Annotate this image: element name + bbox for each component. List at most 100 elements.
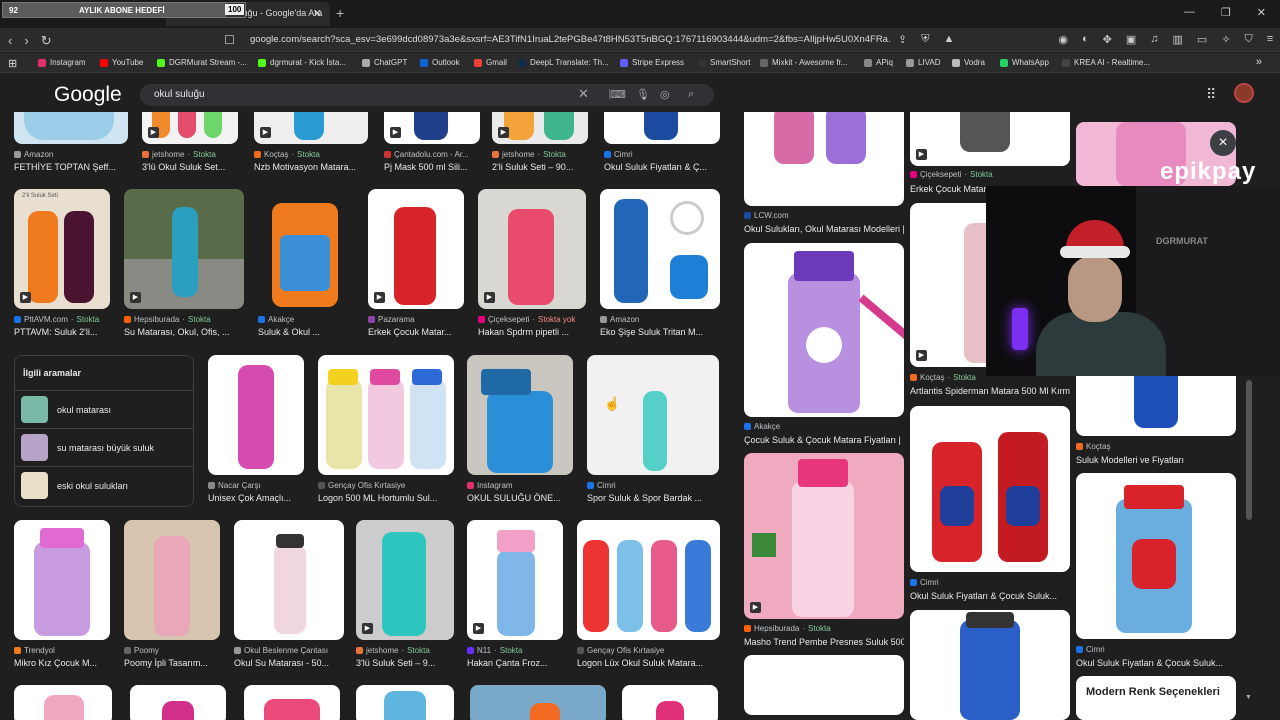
apps-grid-icon[interactable]: ⊞ xyxy=(8,57,17,70)
bookmark-apiq[interactable]: APiq xyxy=(864,58,893,67)
bookmark-kick[interactable]: dgrmurat - Kick İsta... xyxy=(258,58,346,67)
close-window-icon[interactable]: ✕ xyxy=(1257,6,1266,19)
panel-result-card[interactable]: Cimri Okul Suluk Fiyatları & Çocuk Suluk… xyxy=(1076,473,1236,669)
close-tab-icon[interactable]: ✕ xyxy=(313,7,322,20)
result-card[interactable]: Nacar Çarşı Unisex Çok Amaçlı... xyxy=(208,355,304,505)
minimize-icon[interactable]: — xyxy=(1184,6,1195,19)
result-card[interactable]: ▶ Çantadolu.com - Ar... Pj Mask 500 ml S… xyxy=(384,112,480,174)
result-card[interactable]: Cimri Okul Suluk Fiyatları & Ç... xyxy=(604,112,720,174)
result-card[interactable]: Trendyol Mikro Kız Çocuk M... xyxy=(14,520,110,670)
result-card[interactable]: ▶ jetshome · Stokta 2'li Suluk Seti – 90… xyxy=(492,112,588,174)
result-card[interactable]: ▶ jetshome · Stokta 3'lü Okul Suluk Set.… xyxy=(142,112,238,174)
panel-result-card[interactable]: Modern Renk Seçenekleri xyxy=(1076,676,1236,720)
vpn-icon[interactable]: ⛉ xyxy=(1245,33,1253,46)
bookmark-outlook[interactable]: Outlook xyxy=(420,58,460,67)
mouse-cursor-icon: ☝ xyxy=(604,396,621,411)
image-results: Amazon FETHİYE TOPTAN Şeff... ▶ jetshome… xyxy=(0,112,730,720)
result-card[interactable] xyxy=(622,685,718,720)
avatar[interactable] xyxy=(1234,83,1254,103)
back-icon[interactable]: ‹ xyxy=(8,33,12,49)
puzzle-icon[interactable]: ✥ xyxy=(1103,33,1112,46)
result-card[interactable]: Amazon FETHİYE TOPTAN Şeff... xyxy=(14,112,128,174)
wallet-icon[interactable]: ▭ xyxy=(1197,33,1207,46)
related-item[interactable]: okul matarası xyxy=(15,390,193,428)
bookmark-dgrmurat-stream[interactable]: DGRMurat Stream -... xyxy=(157,58,247,67)
bookmark-youtube[interactable]: YouTube xyxy=(100,58,143,67)
result-card[interactable] xyxy=(356,685,454,720)
result-card[interactable]: Akakçe Suluk & Okul ... xyxy=(258,189,354,339)
bookmark-gmail[interactable]: Gmail xyxy=(474,58,507,67)
related-item[interactable]: eski okul sulukları xyxy=(15,466,193,504)
result-card[interactable] xyxy=(244,685,340,720)
media-icon[interactable]: ♫ xyxy=(1150,33,1158,46)
bookmark-smartshort[interactable]: SmartShort xyxy=(698,58,750,67)
related-item[interactable]: su matarası büyük suluk xyxy=(15,428,193,466)
result-card[interactable]: ▶ Hepsiburada · Stokta Su Matarası, Okul… xyxy=(124,189,244,339)
clear-search-icon[interactable]: ✕ xyxy=(578,86,589,102)
result-card[interactable]: Instagram OKUL SULUĞU ÖNE... xyxy=(467,355,573,505)
result-card[interactable]: ▶ Pazarama Erkek Çocuk Matar... xyxy=(368,189,464,339)
result-card[interactable]: Poomy Poomy İpli Tasarım... xyxy=(124,520,220,670)
panel-result-card[interactable]: LCW.com Okul Sulukları, Okul Matarası Mo… xyxy=(744,112,904,236)
camera-icon[interactable]: ▣ xyxy=(1126,33,1136,46)
panel-result-card[interactable]: ▶ Çiçeksepeti · Stokta Erkek Çocuk Matar… xyxy=(910,112,1070,196)
bookmark-vodra[interactable]: Vodra xyxy=(952,58,985,67)
bookmark-krea[interactable]: KREA AI - Realtime... xyxy=(1062,58,1150,67)
search-box[interactable]: okul suluğu ✕ | ⌨ 🎙 ◎ ⌕ xyxy=(140,84,714,106)
microphone-icon[interactable]: 🎙 xyxy=(636,88,650,101)
panel-result-card[interactable]: Cimri Okul Suluk Fiyatları & Çocuk Suluk… xyxy=(910,406,1070,606)
google-logo[interactable]: Google xyxy=(54,83,122,107)
goal-current: 92 xyxy=(9,6,18,15)
alert-icon[interactable]: ▲ xyxy=(943,33,954,46)
panel-result-card[interactable] xyxy=(910,610,1070,720)
panel-result-card[interactable]: Akakçe Çocuk Suluk & Çocuk Matara Fiyatl… xyxy=(744,243,904,449)
lens-icon[interactable]: ◎ xyxy=(660,88,670,101)
panel-result-card[interactable] xyxy=(744,655,904,715)
bookmark-chatgpt[interactable]: ChatGPT xyxy=(362,58,407,67)
restore-icon[interactable]: ❐ xyxy=(1221,6,1231,19)
goal-title: AYLIK ABONE HEDEFİ xyxy=(79,6,165,15)
bookmark-whatsapp[interactable]: WhatsApp xyxy=(1000,58,1049,67)
result-card[interactable] xyxy=(130,685,226,720)
result-card[interactable]: ▶ Çiçeksepeti · Stokta yok Hakan Spdrm p… xyxy=(478,189,586,339)
bookmark-livad[interactable]: LIVAD xyxy=(906,58,941,67)
extension-icon-1[interactable]: ◉ xyxy=(1058,33,1068,46)
sidebar-icon[interactable]: ▥ xyxy=(1173,33,1183,46)
result-card[interactable] xyxy=(14,685,112,720)
result-card[interactable]: Gençay Ofis Kırtasiye Logon Lüx Okul Sul… xyxy=(577,520,720,670)
url-field[interactable]: google.com/search?sca_esv=3e699dcd08973a… xyxy=(250,34,890,45)
result-card[interactable]: ▶ jetshome · Stokta 3'lü Suluk Seti – 9.… xyxy=(356,520,454,670)
forward-icon[interactable]: › xyxy=(24,33,28,49)
extension-icon-2[interactable]: ◐ xyxy=(1082,33,1089,46)
shield-icon[interactable]: ⛨ xyxy=(921,33,929,46)
keyboard-icon[interactable]: ⌨ xyxy=(610,88,626,101)
panel-result-card[interactable]: ▶ Hepsiburada · Stokta Masho Trend Pembe… xyxy=(744,453,904,651)
search-input[interactable]: okul suluğu xyxy=(154,89,205,100)
bookmark-icon[interactable]: ☐ xyxy=(224,33,235,47)
search-icon[interactable]: ⌕ xyxy=(688,88,694,101)
share-icon[interactable]: ⇪ xyxy=(898,33,907,46)
scrollbar-thumb[interactable] xyxy=(1246,380,1252,520)
bookmark-stripe[interactable]: Stripe Express xyxy=(620,58,684,67)
close-panel-button[interactable]: × xyxy=(1210,130,1236,156)
ai-icon[interactable]: ✧ xyxy=(1221,33,1230,46)
bookmark-mixkit[interactable]: Mixkit - Awesome fr... xyxy=(760,58,847,67)
bookmark-deepl[interactable]: DeepL Translate: Th... xyxy=(518,58,609,67)
bookmark-instagram[interactable]: Instagram xyxy=(38,58,86,67)
result-card[interactable]: 2'li Suluk Seti ▶ PttAVM.com · Stokta PTT… xyxy=(14,189,110,339)
result-card[interactable]: Amazon Eko Şişe Suluk Tritan M... xyxy=(600,189,720,339)
result-card[interactable]: Cimri Spor Suluk & Spor Bardak ... xyxy=(587,355,719,505)
panel-result-card[interactable]: Koçtaş Suluk Modelleri ve Fiyatları xyxy=(1076,370,1236,466)
result-card[interactable]: Gençay Ofis Kırtasiye Logon 500 ML Hortu… xyxy=(318,355,454,505)
reload-icon[interactable]: ↻ xyxy=(41,33,52,49)
more-bookmarks-icon[interactable]: » xyxy=(1256,56,1262,68)
result-card[interactable]: Okul Beslenme Çantası Okul Su Matarası -… xyxy=(234,520,344,670)
menu-icon[interactable]: ≡ xyxy=(1267,33,1273,46)
result-card[interactable]: ▶ Koçtaş · Stokta Nzb Motivasyon Matara.… xyxy=(254,112,368,174)
new-tab-icon[interactable]: + xyxy=(336,5,344,21)
google-header: Google okul suluğu ✕ | ⌨ 🎙 ◎ ⌕ ⠿ xyxy=(0,74,1280,112)
result-card[interactable]: ▶ N11 · Stokta Hakan Çanta Froz... xyxy=(467,520,563,670)
google-apps-icon[interactable]: ⠿ xyxy=(1206,86,1216,103)
result-card[interactable] xyxy=(470,685,606,720)
scroll-down-icon[interactable]: ▼ xyxy=(1245,694,1252,701)
